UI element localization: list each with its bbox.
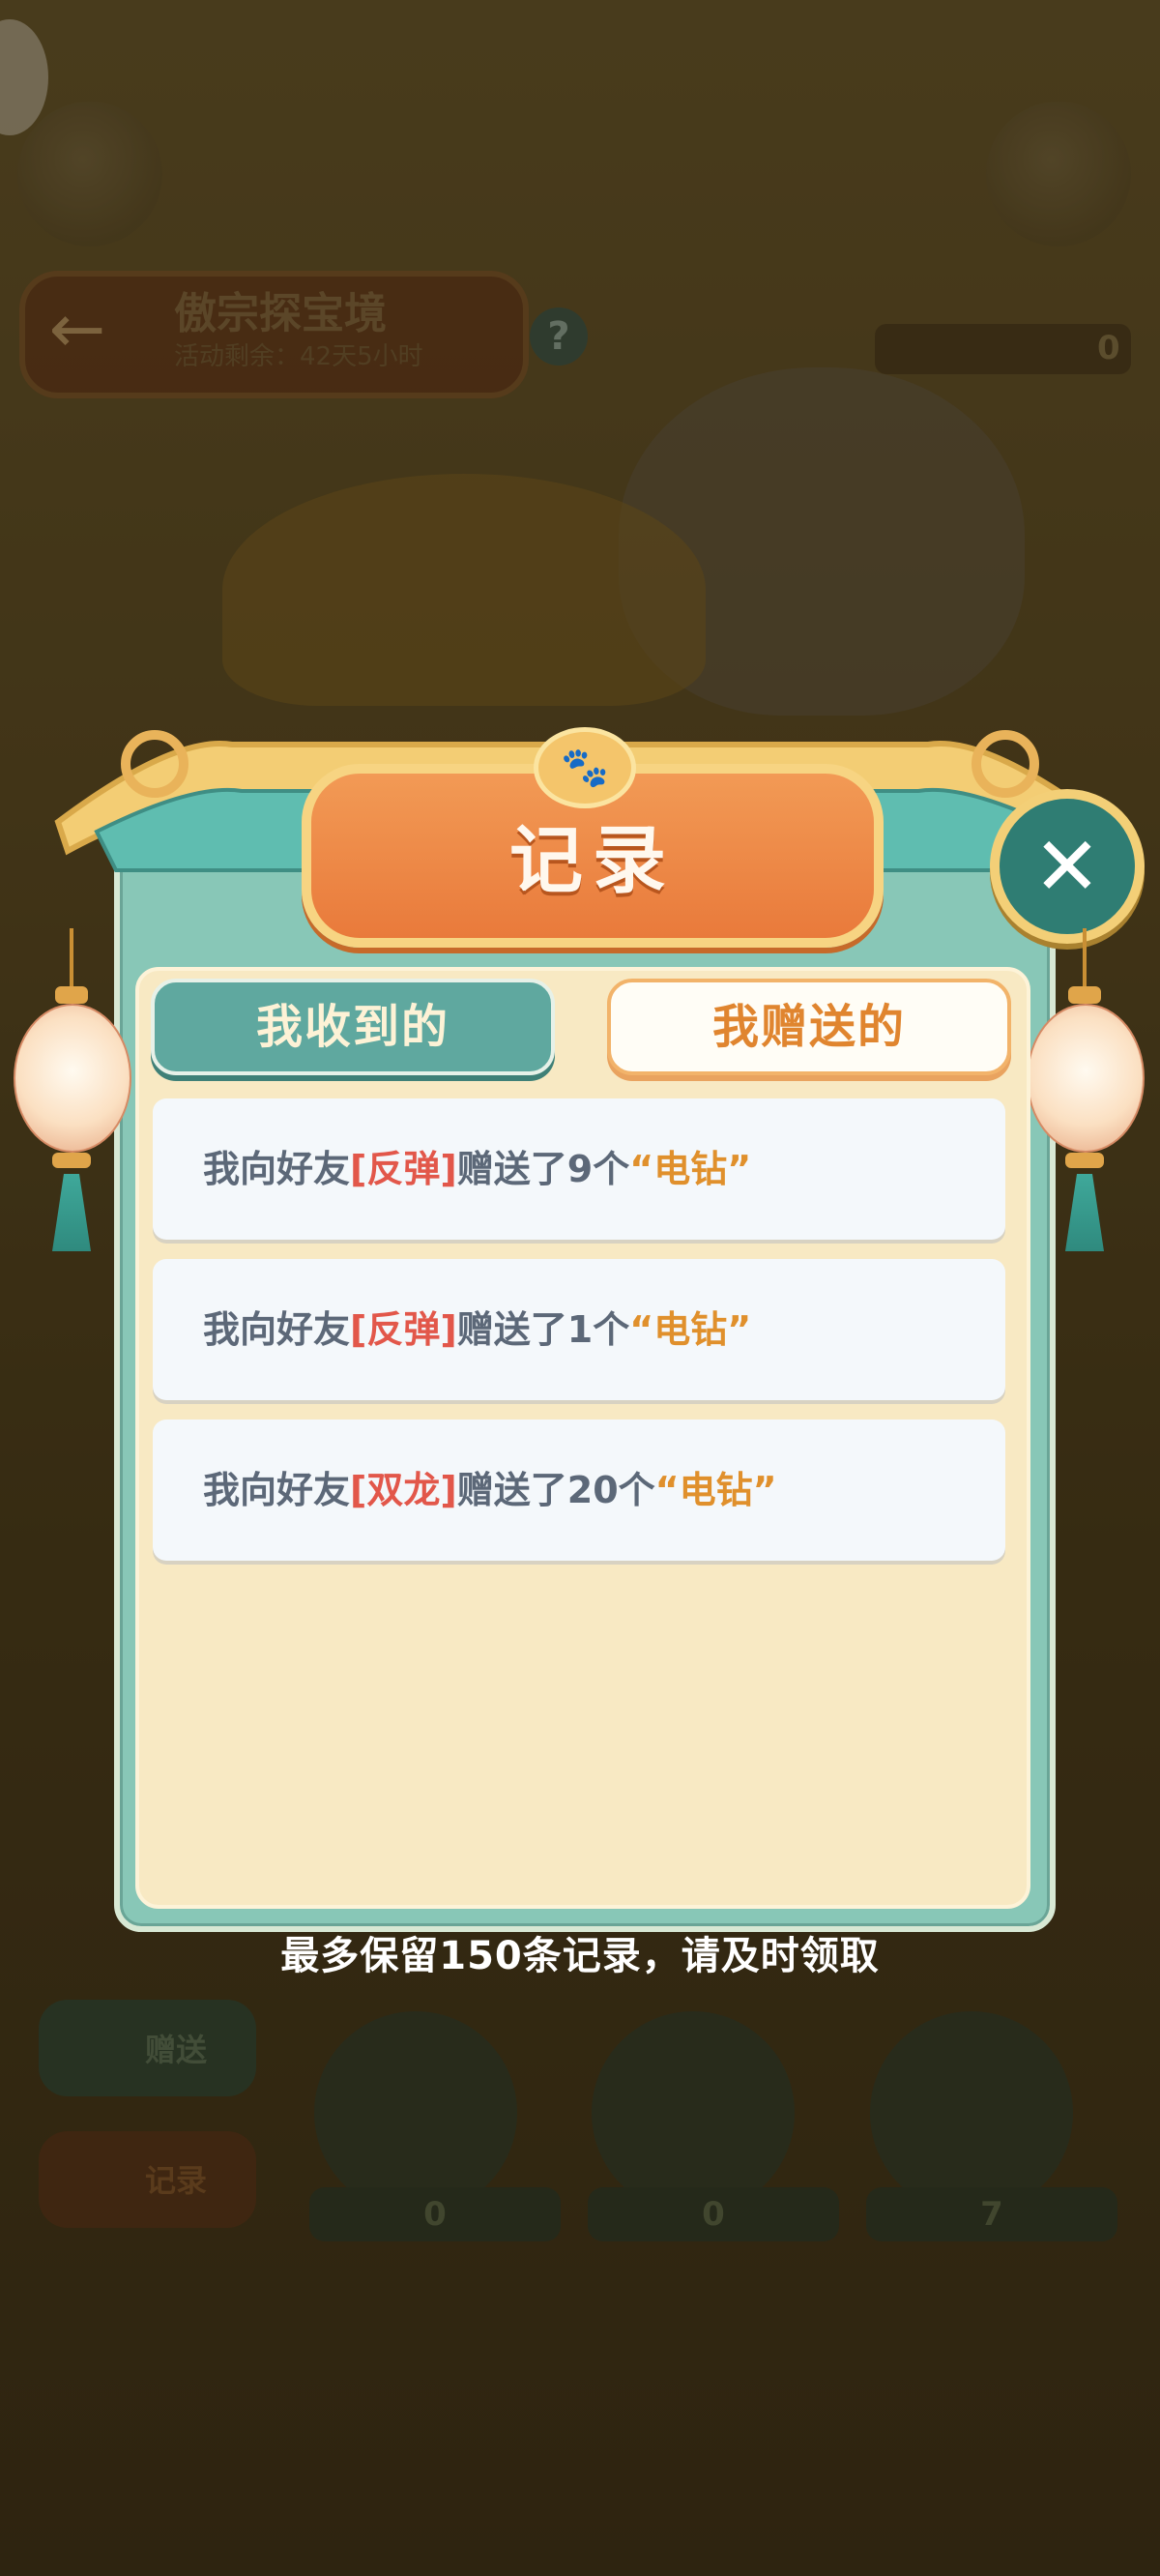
retention-note: 最多保留150条记录，请及时领取 [280, 1934, 880, 1978]
dialog-title: 记录 [509, 817, 676, 903]
list-item: 我向好友[双龙]赠送了20个“电钻” [153, 1420, 1005, 1561]
list-item: 我向好友[反弹]赠送了1个“电钻” [153, 1259, 1005, 1400]
paw-icon: 🐾 [534, 727, 636, 808]
record-text: 我向好友[反弹]赠送了9个“电钻” [203, 1148, 752, 1190]
tab-received[interactable]: 我收到的 [151, 979, 555, 1075]
tab-sent[interactable]: 我赠送的 [607, 979, 1011, 1075]
list-item: 我向好友[反弹]赠送了9个“电钻” [153, 1098, 1005, 1240]
item-name: “电钻” [629, 1308, 752, 1351]
lantern-right [1027, 928, 1145, 1251]
friend-name: [反弹] [350, 1148, 457, 1190]
friend-name: [反弹] [350, 1308, 457, 1351]
friend-name: [双龙] [350, 1469, 457, 1511]
record-text: 我向好友[反弹]赠送了1个“电钻” [203, 1308, 752, 1351]
record-text: 我向好友[双龙]赠送了20个“电钻” [203, 1469, 777, 1511]
item-name: “电钻” [654, 1469, 777, 1511]
item-name: “电钻” [629, 1148, 752, 1190]
close-button[interactable]: ✕ [990, 789, 1145, 944]
lantern-left [14, 928, 131, 1251]
